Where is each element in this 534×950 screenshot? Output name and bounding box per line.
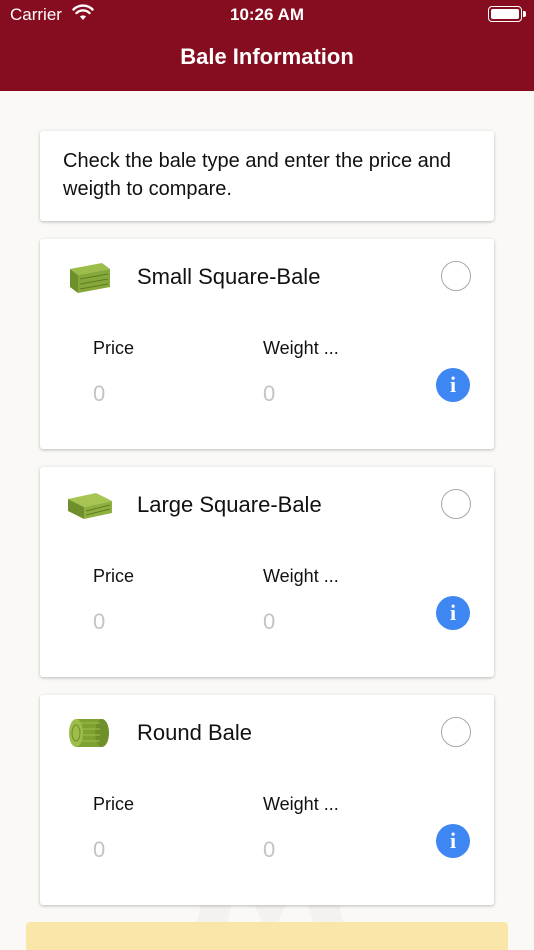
bale-card-large-square: Large Square-Bale Price Weight ... i <box>40 467 494 677</box>
price-input[interactable] <box>93 833 243 867</box>
bale-select-radio[interactable] <box>441 261 471 291</box>
bale-name: Round Bale <box>137 720 252 745</box>
status-bar: Carrier 10:26 AM <box>0 0 534 28</box>
price-input[interactable] <box>93 605 243 639</box>
weight-input[interactable] <box>263 605 413 639</box>
info-button[interactable]: i <box>436 824 470 858</box>
price-label: Price <box>93 566 135 586</box>
weight-label: Weight ... <box>263 794 339 814</box>
weight-label: Weight ... <box>263 566 339 586</box>
bale-select-radio[interactable] <box>441 489 471 519</box>
bale-name: Small Square-Bale <box>137 264 321 289</box>
info-button[interactable]: i <box>436 596 470 630</box>
bale-card-round: Round Bale Price Weight ... i <box>40 695 494 905</box>
price-label: Price <box>93 338 135 358</box>
price-input[interactable] <box>93 377 243 411</box>
compare-button[interactable] <box>26 922 508 950</box>
bale-select-radio[interactable] <box>441 717 471 747</box>
weight-input[interactable] <box>263 833 413 867</box>
page-title: Bale Information <box>180 44 354 69</box>
large-square-bale-image <box>68 493 112 519</box>
price-label: Price <box>93 794 135 814</box>
battery-icon <box>488 6 526 22</box>
bale-name: Large Square-Bale <box>137 492 322 517</box>
weight-input[interactable] <box>263 377 413 411</box>
instruction-card: Check the bale type and enter the price … <box>40 131 494 221</box>
app-header: Carrier 10:26 AM Bale Information <box>0 0 534 91</box>
info-button[interactable]: i <box>436 368 470 402</box>
round-bale-image <box>69 719 109 747</box>
instruction-text: Check the bale type and enter the price … <box>63 150 452 200</box>
clock: 10:26 AM <box>229 5 304 24</box>
bale-card-small-square: Small Square-Bale Price Weight ... i <box>40 239 494 449</box>
weight-label: Weight ... <box>263 338 339 358</box>
small-square-bale-image <box>70 263 110 293</box>
